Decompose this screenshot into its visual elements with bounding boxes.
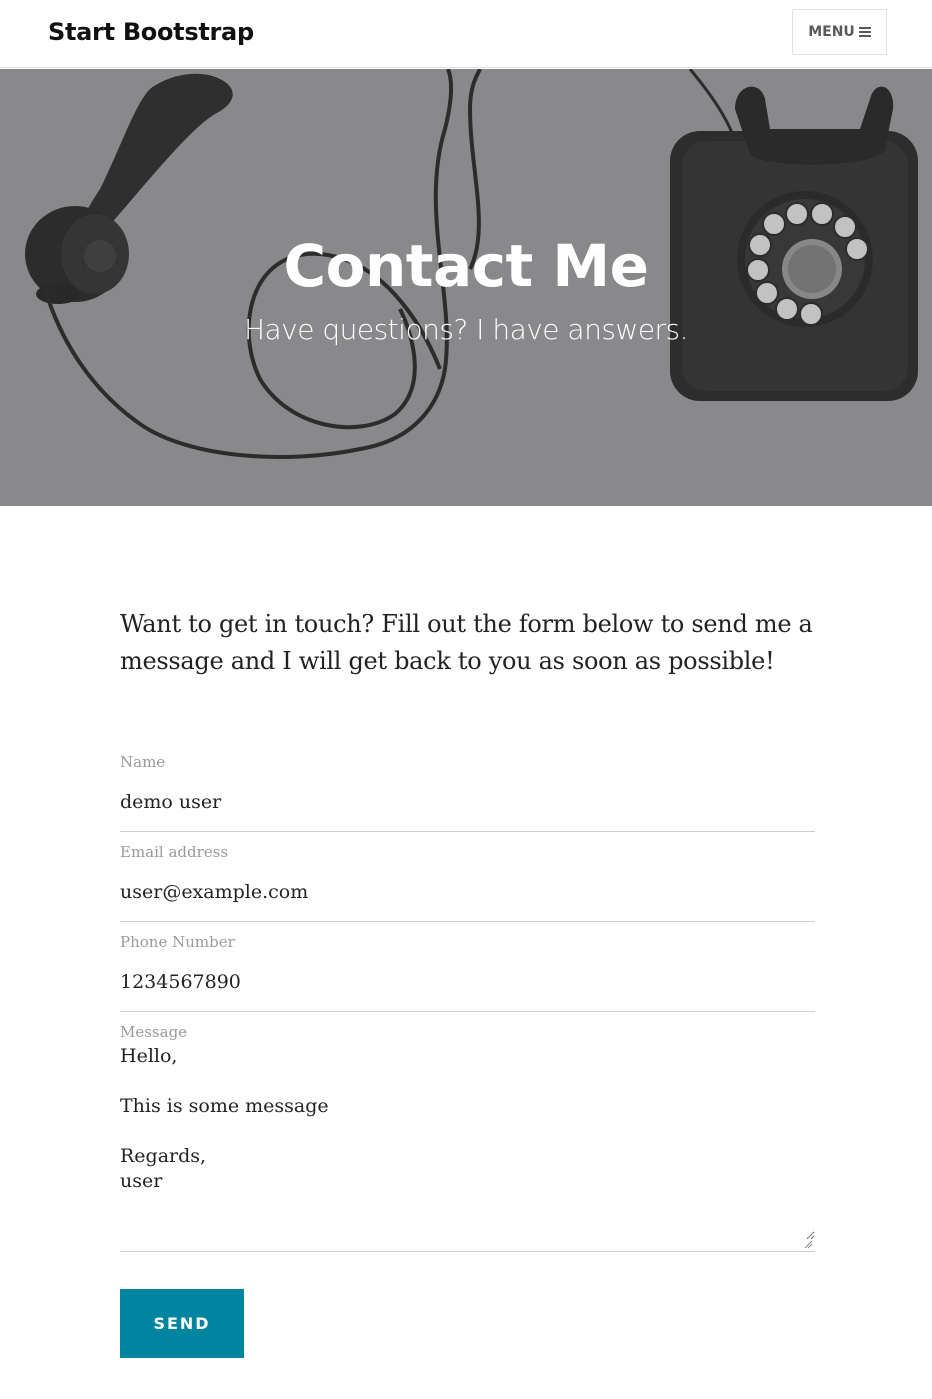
phone-field-group: Phone Number [120,932,815,1012]
email-field-group: Email address [120,842,815,922]
email-input[interactable] [120,878,815,906]
message-field-group: Message Hello, This is some message Rega… [120,1022,815,1252]
menu-button[interactable]: MENU [792,9,887,55]
message-label: Message [120,1023,188,1041]
name-field-group: Name [120,752,815,832]
message-textarea[interactable]: Hello, This is some message Regards, use… [120,1044,815,1240]
menu-label: MENU [808,24,855,40]
intro-text: Want to get in touch? Fill out the form … [120,610,813,675]
phone-input[interactable] [120,968,815,996]
navbar: Start Bootstrap MENU [0,0,932,68]
send-button[interactable]: SEND [120,1289,244,1358]
name-label: Name [120,753,166,771]
brand-link[interactable]: Start Bootstrap [48,16,254,48]
email-label: Email address [120,843,229,861]
phone-label: Phone Number [120,933,235,951]
name-input[interactable] [120,788,815,816]
page-title: Contact Me [283,232,649,300]
masthead: Contact Me Have questions? I have answer… [0,69,932,506]
hamburger-icon [858,27,871,37]
resize-handle-icon[interactable] [804,1240,813,1249]
page-subtitle: Have questions? I have answers. [243,313,689,346]
